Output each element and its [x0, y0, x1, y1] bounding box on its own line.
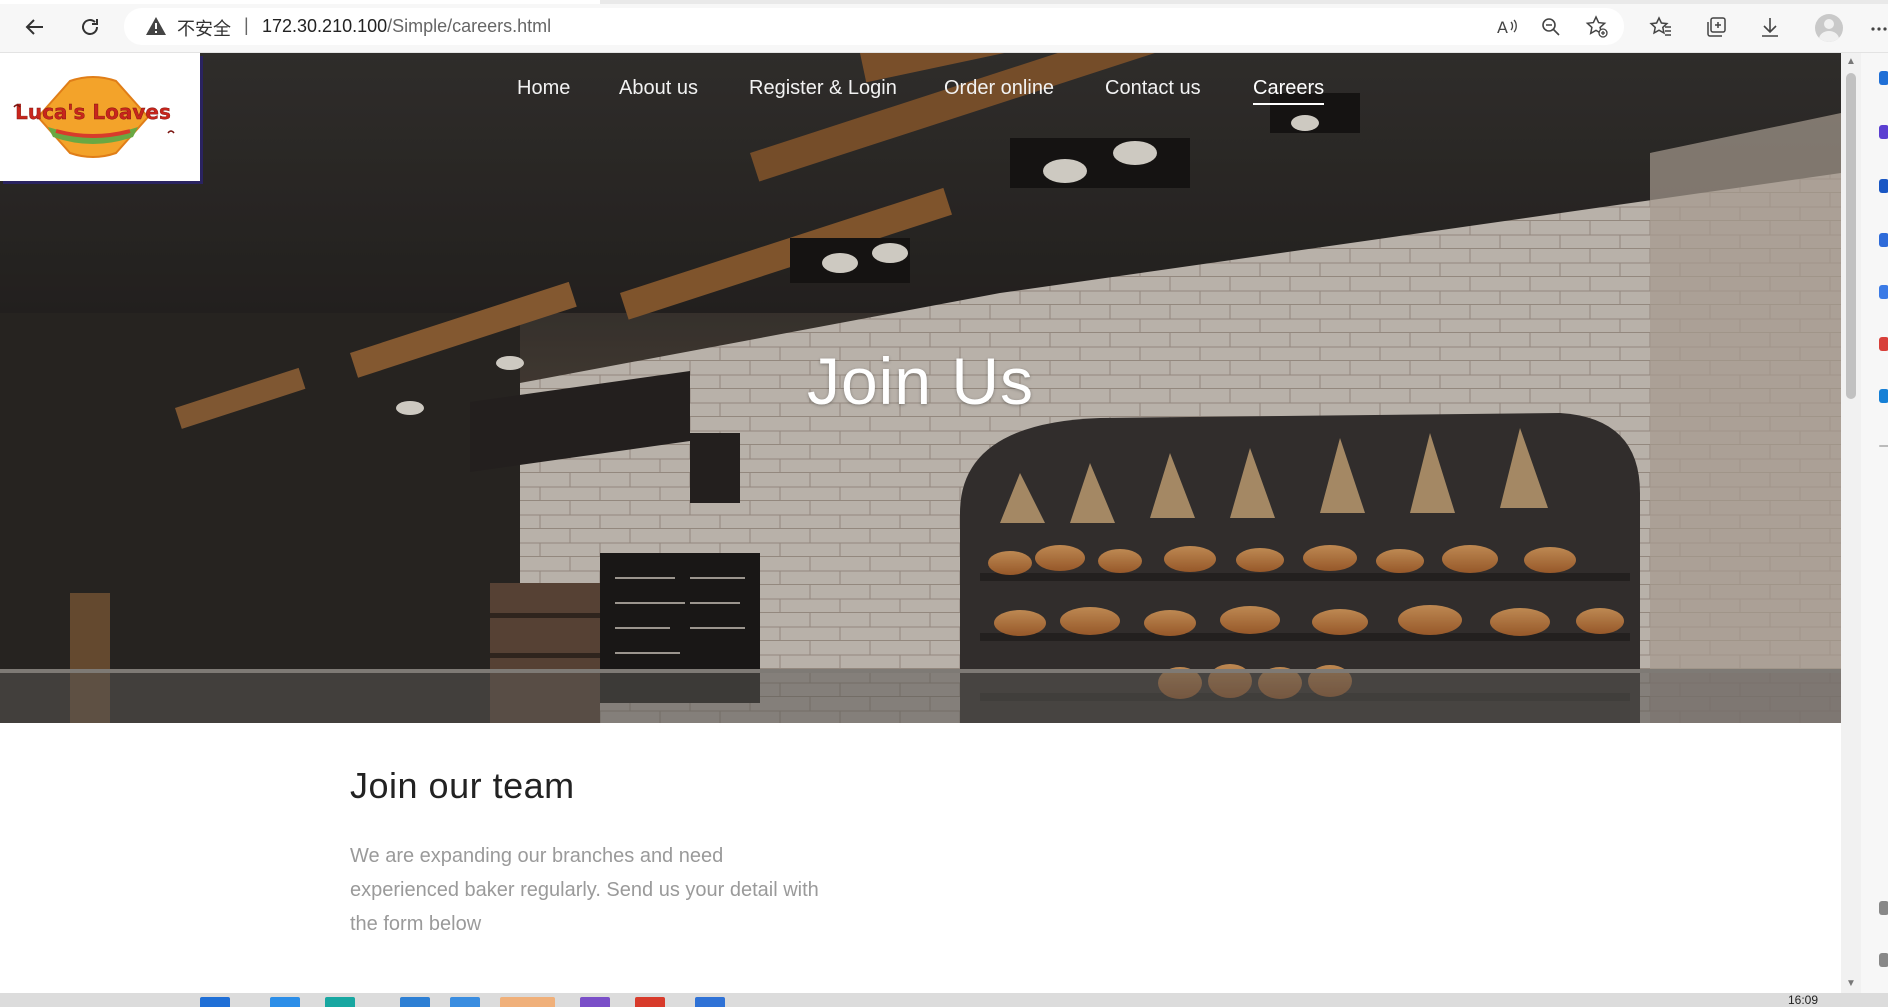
- tools-sidebar-icon[interactable]: [1879, 233, 1888, 247]
- nav-item-register-login[interactable]: Register & Login: [749, 77, 897, 100]
- profile-avatar-icon[interactable]: [1815, 14, 1843, 42]
- refresh-icon[interactable]: [75, 12, 105, 42]
- read-aloud-icon[interactable]: A: [1494, 14, 1520, 40]
- favorites-icon[interactable]: [1648, 14, 1674, 40]
- security-label[interactable]: 不安全: [177, 15, 231, 41]
- taskbar-clock: 16:09: [1788, 993, 1819, 1007]
- scroll-down-icon[interactable]: ▼: [1845, 978, 1857, 990]
- os-taskbar: 16:09: [0, 993, 1888, 1007]
- taskbar-edge-icon[interactable]: [325, 997, 355, 1007]
- taskbar-app-icon[interactable]: [400, 997, 430, 1007]
- nav-item-home[interactable]: Home: [517, 77, 570, 100]
- sidebar-toggle-icon[interactable]: [1879, 953, 1888, 967]
- svg-text:A: A: [1497, 18, 1508, 37]
- sidebar-settings-icon[interactable]: [1879, 901, 1888, 915]
- games-sidebar-icon[interactable]: [1879, 285, 1888, 299]
- site-logo[interactable]: Luca's Loaves: [0, 53, 200, 181]
- nav-item-about-us[interactable]: About us: [619, 77, 698, 100]
- page-scrollbar[interactable]: ▲ ▼: [1841, 53, 1861, 993]
- url-text[interactable]: 172.30.210.100/Simple/careers.html: [262, 16, 551, 37]
- warning-icon[interactable]: [145, 15, 167, 37]
- scroll-thumb[interactable]: [1846, 73, 1856, 399]
- url-separator: |: [244, 15, 249, 35]
- nav-item-contact-us[interactable]: Contact us: [1105, 77, 1201, 100]
- taskbar-app-icon[interactable]: [450, 997, 480, 1007]
- taskbar-app-icon[interactable]: [695, 997, 725, 1007]
- tab-strip: [0, 0, 1888, 4]
- section-title: Join our team: [350, 765, 575, 806]
- taskbar-app-icon[interactable]: [580, 997, 610, 1007]
- page-viewport: Join Us Home About us Register & Login O…: [0, 53, 1841, 993]
- taskbar-app-icon[interactable]: [270, 997, 300, 1007]
- start-icon[interactable]: [200, 997, 230, 1007]
- taskbar-app-icon[interactable]: [635, 997, 665, 1007]
- copilot-sidebar-icon[interactable]: [1879, 125, 1888, 139]
- section-text: We are expanding our branches and need e…: [350, 845, 819, 935]
- hero-banner: Join Us Home About us Register & Login O…: [0, 53, 1841, 723]
- nav-item-order-online[interactable]: Order online: [944, 77, 1054, 100]
- browser-toolbar: 不安全 | 172.30.210.100/Simple/careers.html…: [0, 0, 1888, 53]
- main-nav: Home About us Register & Login Order onl…: [0, 77, 1841, 117]
- hero-title: Join Us: [806, 344, 1035, 418]
- url-host: 172.30.210.100: [262, 16, 388, 36]
- shopping-sidebar-icon[interactable]: [1879, 179, 1888, 193]
- sandwich-logo-icon: Luca's Loaves: [13, 76, 175, 158]
- download-icon[interactable]: [1757, 14, 1783, 40]
- scroll-up-icon[interactable]: ▲: [1845, 56, 1857, 68]
- more-menu-icon[interactable]: [1866, 14, 1888, 40]
- office-sidebar-icon[interactable]: [1879, 337, 1888, 351]
- edge-sidebar: [1861, 53, 1888, 993]
- nav-item-careers[interactable]: Careers: [1253, 77, 1325, 105]
- taskbar-active-app-icon[interactable]: [500, 997, 555, 1007]
- outlook-sidebar-icon[interactable]: [1879, 389, 1888, 403]
- zoom-out-icon[interactable]: [1538, 14, 1564, 40]
- search-sidebar-icon[interactable]: [1879, 71, 1888, 85]
- url-path: /Simple/careers.html: [387, 16, 552, 36]
- logo-brand-text: Luca's Loaves: [15, 100, 171, 124]
- add-sidebar-icon[interactable]: [1879, 445, 1888, 447]
- collections-icon[interactable]: [1703, 14, 1729, 40]
- back-arrow-icon[interactable]: [20, 12, 50, 42]
- add-favorite-icon[interactable]: [1584, 14, 1610, 40]
- active-tab-highlight: [0, 0, 600, 4]
